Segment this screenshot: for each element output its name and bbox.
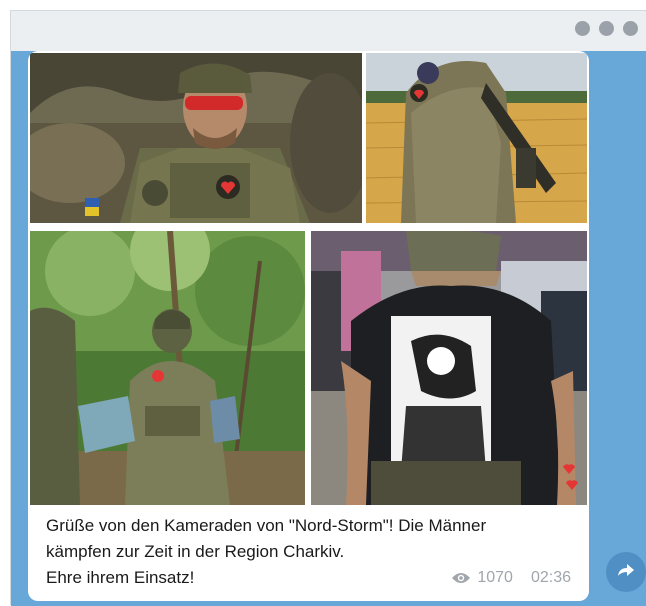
photo-soldier-portrait[interactable] bbox=[30, 53, 362, 223]
eye-icon bbox=[451, 571, 471, 585]
photo-back-tshirt[interactable] bbox=[311, 231, 587, 505]
caption-line: kämpfen zur Zeit in der Region Charkiv. bbox=[46, 542, 345, 561]
share-button[interactable] bbox=[606, 552, 646, 592]
share-arrow-icon bbox=[616, 560, 636, 585]
photo-soldier-forest[interactable] bbox=[30, 231, 305, 505]
message-time: 02:36 bbox=[530, 569, 571, 586]
window-dot-icon[interactable] bbox=[575, 21, 590, 36]
message-bubble: Grüße von den Kameraden von "Nord-Storm"… bbox=[28, 51, 589, 601]
window-controls bbox=[575, 21, 638, 36]
window-dot-icon[interactable] bbox=[599, 21, 614, 36]
message-meta: 1070 02:36 bbox=[451, 569, 571, 587]
view-count: 1070 bbox=[477, 569, 513, 586]
photo-soldier-field[interactable] bbox=[366, 53, 587, 223]
window-dot-icon[interactable] bbox=[623, 21, 638, 36]
caption-line: Grüße von den Kameraden von "Nord-Storm"… bbox=[46, 516, 487, 535]
